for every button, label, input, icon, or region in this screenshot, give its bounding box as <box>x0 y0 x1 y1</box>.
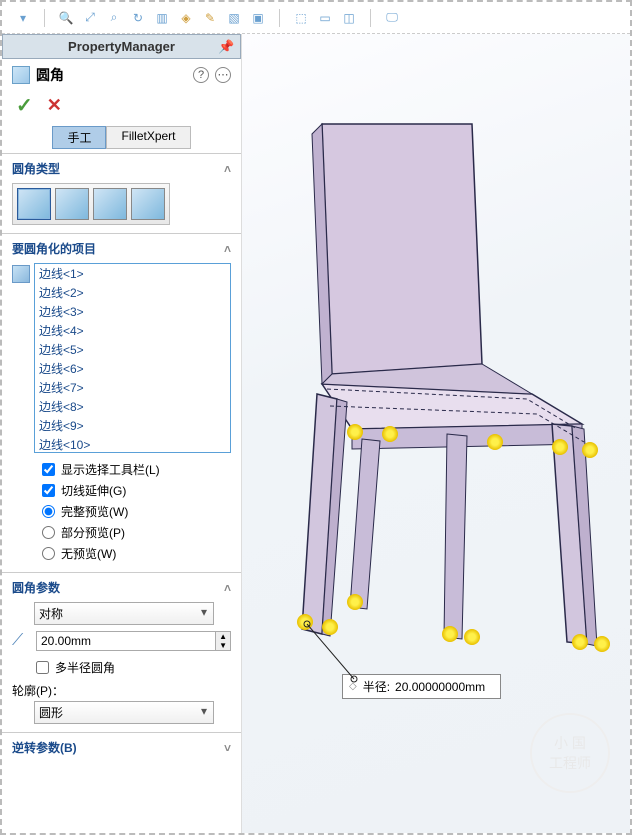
property-manager-panel: PropertyManager 📌 圆角 ? ⋯ ✓ ✕ 手工 FilletXp… <box>2 34 242 833</box>
no-preview-label: 无预览(W) <box>61 545 116 562</box>
profile-label: 轮廓(P)： <box>12 682 231 699</box>
section-params[interactable]: 圆角参数 ˄ <box>12 579 231 596</box>
section-params-label: 圆角参数 <box>12 579 60 596</box>
section-view-icon[interactable]: ▥ <box>153 9 171 27</box>
edge-selection-icon <box>12 265 30 283</box>
partial-preview-label: 部分预览(P) <box>61 524 125 541</box>
section-fillet-type[interactable]: 圆角类型 ˄ <box>12 160 231 177</box>
monitor-icon[interactable]: 🖵 <box>383 9 401 27</box>
fillet-marker <box>572 634 588 650</box>
zoom-window-icon[interactable]: ⤢ <box>81 9 99 27</box>
section-items[interactable]: 要圆角化的项目 ˄ <box>12 240 231 257</box>
fillet-marker <box>442 626 458 642</box>
divider <box>370 9 371 27</box>
list-item[interactable]: 边线<9> <box>35 416 230 435</box>
profile-combo[interactable]: 圆形 <box>34 701 214 724</box>
zoom-area-icon[interactable]: ⌕ <box>105 9 123 27</box>
panel-title: PropertyManager <box>68 39 175 54</box>
divider <box>279 9 280 27</box>
radius-input[interactable] <box>37 632 215 650</box>
watermark-line1: 小 国 <box>554 733 586 753</box>
fillet-marker <box>487 434 503 450</box>
panel-header: PropertyManager 📌 <box>2 34 241 59</box>
tab-manual[interactable]: 手工 <box>52 126 106 149</box>
section-reverse[interactable]: 逆转参数(B) ˅ <box>12 739 231 756</box>
symmetry-combo[interactable]: 对称 <box>34 602 214 625</box>
callout-radius-input[interactable] <box>394 679 494 695</box>
fillet-type-constant[interactable] <box>17 188 51 220</box>
list-item[interactable]: 边线<5> <box>35 340 230 359</box>
divider <box>44 9 45 27</box>
list-item[interactable]: 边线<1> <box>35 264 230 283</box>
list-item[interactable]: 边线<2> <box>35 283 230 302</box>
list-item[interactable]: 边线<10> <box>35 435 230 453</box>
list-item[interactable]: 边线<3> <box>35 302 230 321</box>
zoom-fit-icon[interactable]: 🔍 <box>57 9 75 27</box>
chevron-down-icon: ˅ <box>224 741 231 755</box>
view-icon[interactable]: ⬚ <box>292 9 310 27</box>
fillet-marker <box>464 629 480 645</box>
list-item[interactable]: 边线<8> <box>35 397 230 416</box>
chevron-up-icon: ˄ <box>224 162 231 176</box>
list-item[interactable]: 边线<6> <box>35 359 230 378</box>
scene-icon[interactable]: ▧ <box>225 9 243 27</box>
top-toolbar: ▾ 🔍 ⤢ ⌕ ↻ ▥ ◈ ✎ ▧ ▣ ⬚ ▭ ◫ 🖵 <box>2 2 630 34</box>
chevron-up-icon: ˄ <box>224 242 231 256</box>
fillet-type-face[interactable] <box>93 188 127 220</box>
fillet-feature-icon <box>12 66 30 84</box>
feature-title: 圆角 <box>36 65 187 85</box>
fillet-marker <box>347 594 363 610</box>
tangent-checkbox[interactable] <box>42 484 55 497</box>
multi-radius-label: 多半径圆角 <box>55 659 115 676</box>
detailed-help-icon[interactable]: ⋯ <box>215 67 231 83</box>
pin-icon[interactable]: 📌 <box>218 39 234 55</box>
dropdown-arrow-icon[interactable]: ▾ <box>14 9 32 27</box>
profile-value: 圆形 <box>39 706 63 720</box>
fillet-type-full-round[interactable] <box>131 188 165 220</box>
display-style-icon[interactable]: ✎ <box>201 9 219 27</box>
pane-icon[interactable]: ◫ <box>340 9 358 27</box>
watermark: 小 国 工程师 <box>530 713 610 793</box>
help-icon[interactable]: ? <box>193 67 209 83</box>
orientation-icon[interactable]: ◈ <box>177 9 195 27</box>
tab-filletxpert[interactable]: FilletXpert <box>106 126 190 149</box>
chair-model <box>252 64 622 684</box>
section-items-label: 要圆角化的项目 <box>12 240 96 257</box>
section-reverse-label: 逆转参数(B) <box>12 739 77 756</box>
show-toolbar-checkbox[interactable] <box>42 463 55 476</box>
section-fillet-type-label: 圆角类型 <box>12 160 60 177</box>
show-toolbar-label: 显示选择工具栏(L) <box>61 461 160 478</box>
radius-icon: ⟋ <box>12 632 30 650</box>
spin-up-button[interactable]: ▲ <box>216 632 230 641</box>
list-item[interactable]: 边线<7> <box>35 378 230 397</box>
list-item[interactable]: 边线<4> <box>35 321 230 340</box>
model-viewport[interactable]: ◇ 半径: 小 国 工程师 <box>242 34 630 833</box>
fillet-marker <box>382 426 398 442</box>
rotate-view-icon[interactable]: ↻ <box>129 9 147 27</box>
fillet-type-variable[interactable] <box>55 188 89 220</box>
symmetry-value: 对称 <box>39 607 63 621</box>
fillet-marker <box>594 636 610 652</box>
fillet-marker <box>347 424 363 440</box>
partial-preview-radio[interactable] <box>42 526 55 539</box>
multi-radius-checkbox[interactable] <box>36 661 49 674</box>
spin-down-button[interactable]: ▼ <box>216 641 230 650</box>
callout-leader <box>292 614 392 694</box>
fillet-marker <box>582 442 598 458</box>
edge-selection-list[interactable]: 边线<1> 边线<2> 边线<3> 边线<4> 边线<5> 边线<6> 边线<7… <box>34 263 231 453</box>
watermark-line2: 工程师 <box>549 753 591 773</box>
render-icon[interactable]: ▣ <box>249 9 267 27</box>
chevron-up-icon: ˄ <box>224 581 231 595</box>
tangent-label: 切线延伸(G) <box>61 482 126 499</box>
cancel-button[interactable]: ✕ <box>47 95 62 116</box>
full-preview-radio[interactable] <box>42 505 55 518</box>
ok-button[interactable]: ✓ <box>16 93 33 118</box>
full-preview-label: 完整预览(W) <box>61 503 128 520</box>
perspective-icon[interactable]: ▭ <box>316 9 334 27</box>
no-preview-radio[interactable] <box>42 547 55 560</box>
fillet-marker <box>552 439 568 455</box>
